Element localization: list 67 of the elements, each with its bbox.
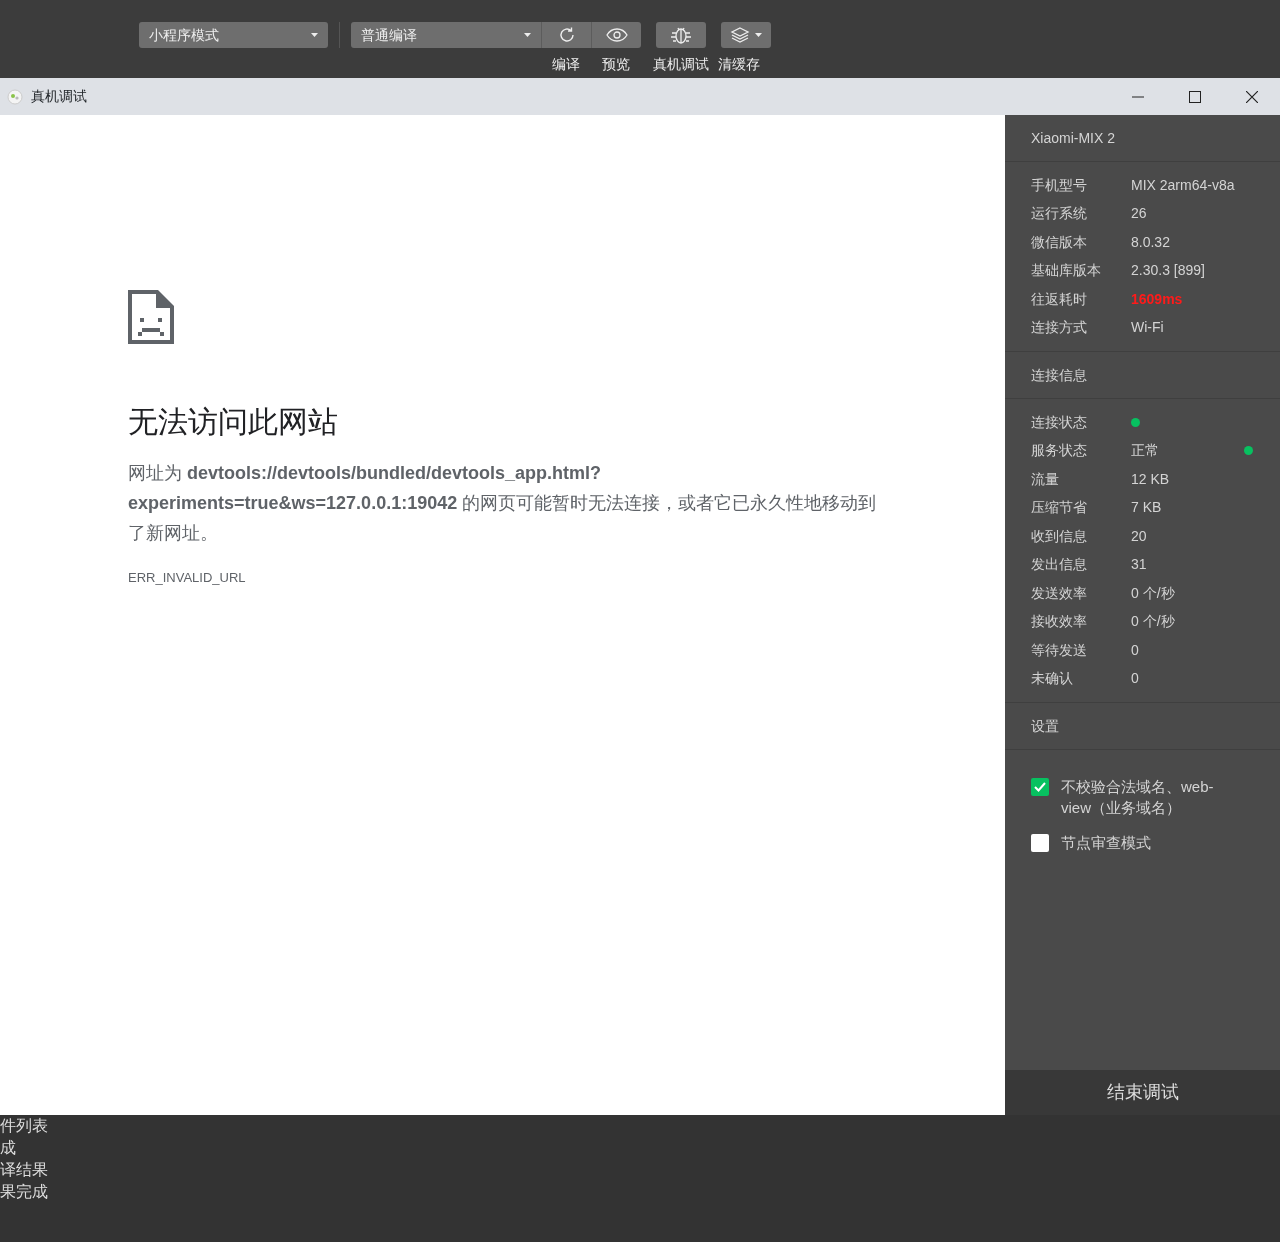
info-value: 8.0.32 [1131, 232, 1170, 252]
caret-icon [755, 33, 762, 37]
info-value: 20 [1131, 526, 1147, 546]
app-logo-icon [7, 88, 23, 105]
info-label: 接收效率 [1031, 612, 1088, 632]
info-value: 31 [1131, 555, 1147, 575]
info-value: 2.30.3 [899] [1131, 261, 1205, 281]
info-value: 正常 [1131, 441, 1159, 461]
info-value: 0 [1131, 669, 1139, 689]
refresh-label: 编译 [551, 55, 581, 74]
error-code: ERR_INVALID_URL [128, 569, 247, 587]
info-label: 运行系统 [1031, 204, 1088, 224]
sad-page-icon [128, 290, 174, 344]
refresh-button[interactable] [541, 22, 591, 48]
info-label: 手机型号 [1031, 175, 1088, 195]
close-icon [1245, 90, 1258, 103]
info-value: 12 KB [1131, 469, 1170, 489]
info-value: 26 [1131, 204, 1147, 224]
checkbox[interactable] [1031, 778, 1049, 796]
info-label: 流量 [1031, 469, 1060, 489]
info-label: 发送效率 [1031, 583, 1088, 603]
section-title: 连接信息 [1031, 365, 1087, 385]
bug-icon [670, 25, 692, 45]
info-label: 微信版本 [1031, 232, 1088, 252]
end-debug-button[interactable]: 结束调试 [1005, 1070, 1280, 1115]
log-line: 件列表 [0, 1116, 49, 1136]
info-value: 0 个/秒 [1131, 583, 1175, 603]
debug-button[interactable] [656, 22, 706, 48]
info-label: 连接方式 [1031, 318, 1088, 338]
info-label: 往返耗时 [1031, 289, 1088, 309]
info-value: 1609ms [1131, 289, 1183, 309]
mode-dropdown[interactable]: 小程序模式 [139, 22, 328, 48]
info-label: 收到信息 [1031, 526, 1088, 546]
log-line: 果完成 [0, 1182, 49, 1202]
log-line: 成 [0, 1138, 17, 1158]
caret-icon [311, 33, 318, 37]
info-value: Wi-Fi [1131, 318, 1164, 338]
info-value: 0 [1131, 640, 1139, 660]
compile-dropdown[interactable]: 普通编译 [351, 22, 541, 48]
window-title: 真机调试 [31, 87, 87, 106]
info-label: 发出信息 [1031, 555, 1088, 575]
cache-button[interactable] [721, 22, 771, 48]
log-line: 译结果 [0, 1160, 49, 1180]
layers-icon [730, 26, 750, 44]
maximize-icon [1188, 90, 1201, 103]
section-title: 设置 [1031, 716, 1059, 736]
info-label: 连接状态 [1031, 412, 1088, 432]
error-heading: 无法访问此网站 [128, 404, 339, 440]
info-label: 压缩节省 [1031, 498, 1088, 518]
caret-icon [524, 33, 531, 37]
device-name: Xiaomi-MIX 2 [1031, 128, 1116, 148]
info-value: 7 KB [1131, 498, 1162, 518]
error-message: 网址为 devtools://devtools/bundled/devtools_app.html?experiments=true&ws=127.0.0.1:19042 的网页可能暂时无法连接，或者它已永久性地移动到了新网址。 [128, 462, 878, 545]
checkbox[interactable] [1031, 834, 1049, 852]
preview-label: 预览 [601, 55, 631, 74]
info-label: 未确认 [1031, 669, 1074, 689]
eye-icon [605, 28, 628, 42]
cache-label: 清缓存 [717, 55, 761, 74]
info-label: 基础库版本 [1031, 261, 1102, 281]
info-label: 等待发送 [1031, 640, 1088, 660]
debug-label: 真机调试 [652, 55, 710, 74]
info-label: 服务状态 [1031, 441, 1088, 461]
info-value: MIX 2arm64-v8a [1131, 175, 1235, 195]
checkbox-label: 节点审查模式 [1061, 833, 1152, 853]
info-value: 0 个/秒 [1131, 612, 1175, 632]
checkbox-label: 不校验合法域名、web-view（业务域名） [1061, 777, 1215, 818]
preview-button[interactable] [591, 22, 641, 48]
